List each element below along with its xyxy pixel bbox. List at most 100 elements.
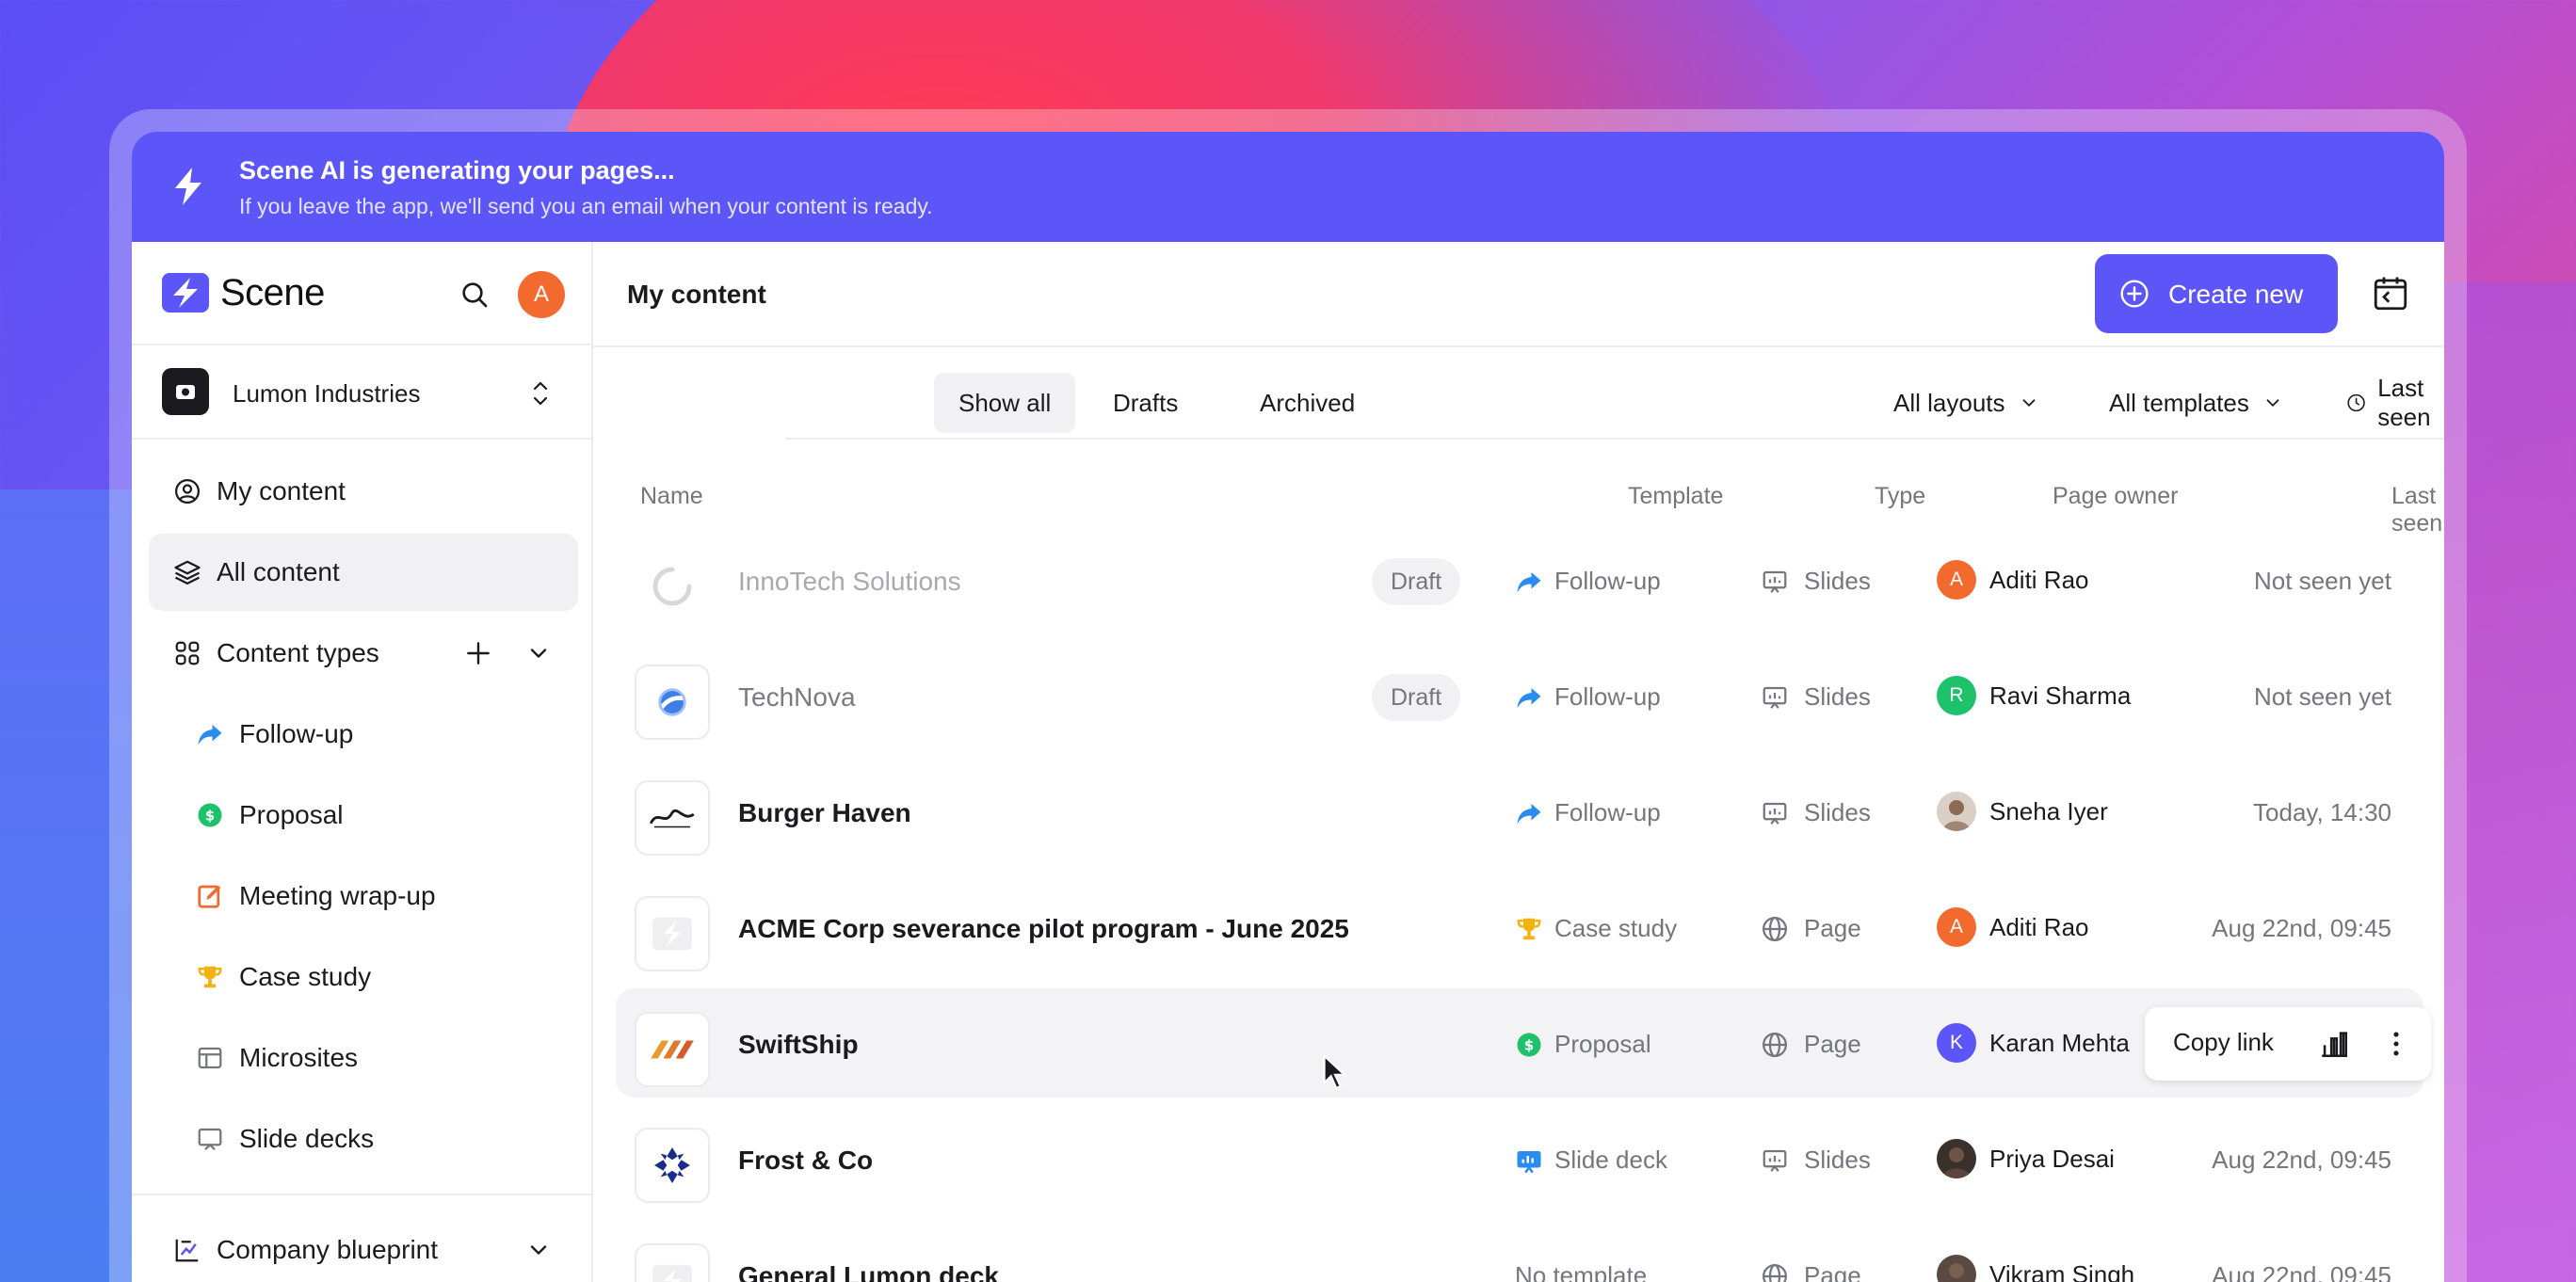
row-template: Case study (1515, 914, 1677, 943)
row-type-label: Slides (1804, 682, 1871, 711)
owner-photo-avatar (1937, 792, 1976, 831)
slide-deck-chart-icon (1517, 1150, 1541, 1173)
swiftship-logo-icon (635, 1012, 710, 1087)
column-template[interactable]: Template (1628, 483, 1723, 510)
tab-show-all[interactable]: Show all (934, 373, 1076, 433)
sidebar-item-slide-decks[interactable]: Slide decks (149, 1100, 578, 1178)
sidebar-item-label: Proposal (239, 800, 344, 829)
row-owner: Vikram Singh (1937, 1255, 2134, 1282)
table-row[interactable]: Frost & Co Slide deck Slides Priya Desai… (616, 1104, 2423, 1213)
tab-drafts[interactable]: Drafts (1088, 373, 1202, 433)
column-owner[interactable]: Page owner (2053, 483, 2178, 510)
placeholder-logo-icon (635, 1243, 710, 1282)
dollar-coin-icon: $ (198, 803, 222, 827)
sidebar-item-case-study[interactable]: Case study (149, 938, 578, 1016)
create-new-label: Create new (2168, 280, 2304, 309)
filter-bar: Show all Drafts Archived All layouts All… (593, 347, 2444, 440)
layers-icon (174, 560, 201, 585)
row-template-label: No template (1515, 1261, 1648, 1282)
table-row[interactable]: TechNova Draft Follow-up Slides R Ravi Sh… (616, 641, 2423, 750)
workspace-switcher[interactable]: Lumon Industries (132, 344, 591, 440)
row-type: Slides (1761, 682, 1871, 712)
row-template: No template (1515, 1261, 1647, 1282)
chevron-down-icon[interactable] (525, 1237, 552, 1263)
app-window: Scene AI is generating your pages... If … (132, 132, 2444, 1282)
copy-link-button[interactable]: Copy link (2173, 1028, 2274, 1057)
owner-name: Ravi Sharma (1989, 681, 2132, 710)
workspace-name: Lumon Industries (233, 379, 421, 408)
sidebar-item-proposal[interactable]: $ Proposal (149, 777, 578, 854)
dropdown-label: Last seen (2377, 374, 2431, 431)
trophy-icon (198, 966, 222, 988)
plus-icon[interactable] (463, 638, 493, 668)
chevron-up-down-icon (533, 381, 548, 406)
row-template-label: Follow-up (1554, 798, 1661, 826)
panel-toggle-icon[interactable] (2371, 274, 2410, 313)
globe-icon (1763, 916, 1787, 941)
sidebar-item-label: Follow-up (239, 719, 354, 748)
placeholder-logo-icon (635, 896, 710, 971)
sort-dropdown[interactable]: Last seen (2346, 373, 2444, 433)
sidebar-item-meeting-wrap-up[interactable]: Meeting wrap-up (149, 857, 578, 935)
templates-dropdown[interactable]: All templates (2109, 373, 2283, 433)
table-row[interactable]: Burger Haven Follow-up Slides Sneha Iyer… (616, 757, 2423, 866)
row-template: Follow-up (1515, 798, 1661, 827)
owner-name: Karan Mehta (1989, 1028, 2130, 1057)
sidebar-item-microsites[interactable]: Microsites (149, 1019, 578, 1097)
layouts-dropdown[interactable]: All layouts (1893, 373, 2039, 433)
row-name[interactable]: TechNova (738, 682, 856, 713)
row-type-label: Page (1804, 1261, 1861, 1282)
owner-avatar: A (1937, 907, 1976, 947)
row-name[interactable]: General Lumon deck (738, 1261, 999, 1282)
tab-archived[interactable]: Archived (1235, 373, 1379, 433)
table-row[interactable]: InnoTech Solutions Draft Follow-up Slide… (616, 525, 2423, 634)
row-name[interactable]: SwiftShip (738, 1030, 859, 1060)
row-name[interactable]: Burger Haven (738, 798, 911, 828)
burger-haven-logo-icon (635, 780, 710, 856)
svg-text:$: $ (205, 808, 215, 825)
row-owner: R Ravi Sharma (1937, 676, 2131, 715)
nav-content-types[interactable]: Content types (149, 615, 578, 692)
create-new-button[interactable]: Create new (2095, 254, 2338, 333)
nav-company-blueprint[interactable]: Company blueprint (149, 1211, 578, 1282)
blueprint-icon (175, 1239, 199, 1262)
row-name[interactable]: ACME Corp severance pilot program - June… (738, 914, 1349, 944)
workspace-icon (162, 368, 209, 415)
nav-all-content[interactable]: All content (149, 534, 578, 611)
brand-name: Scene (220, 271, 325, 313)
presentation-chart-icon (1763, 686, 1787, 709)
column-type[interactable]: Type (1875, 483, 1925, 510)
row-last-seen: Aug 22nd, 09:45 (2212, 1146, 2391, 1174)
trophy-icon (1517, 918, 1541, 939)
sidebar-item-follow-up[interactable]: Follow-up (149, 696, 578, 773)
table-row[interactable]: General Lumon deck No template Page Vikr… (616, 1220, 2423, 1282)
table-row[interactable]: ACME Corp severance pilot program - June… (616, 873, 2423, 982)
row-name[interactable]: Frost & Co (738, 1146, 873, 1176)
main-content: My content Create new Show all Drafts Ar… (593, 242, 2444, 1282)
row-name[interactable]: InnoTech Solutions (738, 567, 961, 597)
row-template: Follow-up (1515, 682, 1661, 712)
table-row[interactable]: SwiftShip $ Proposal Page K Karan Mehta Co… (616, 988, 2431, 1098)
row-type: Slides (1761, 798, 1871, 827)
dropdown-label: All templates (2109, 388, 2249, 417)
follow-up-arrow-icon (1517, 571, 1541, 592)
layout-icon (198, 1047, 222, 1069)
analytics-bar-icon[interactable] (2318, 1028, 2350, 1060)
nav-label: Company blueprint (217, 1235, 439, 1264)
nav-my-content[interactable]: My content (149, 453, 578, 530)
brand[interactable]: Scene (162, 270, 325, 315)
more-vertical-icon[interactable] (2380, 1028, 2412, 1060)
user-circle-icon (175, 479, 200, 504)
dropdown-label: All layouts (1893, 388, 2005, 417)
row-type-label: Page (1804, 914, 1861, 942)
row-last-seen: Not seen yet (2254, 682, 2391, 711)
banner-title: Scene AI is generating your pages... (239, 156, 675, 184)
chevron-down-icon[interactable] (525, 640, 552, 666)
user-avatar[interactable]: A (518, 271, 565, 318)
column-name[interactable]: Name (640, 483, 703, 510)
search-icon[interactable] (459, 280, 490, 310)
owner-avatar: K (1937, 1023, 1976, 1063)
row-template: Slide deck (1515, 1146, 1667, 1175)
frost-co-logo-icon (635, 1128, 710, 1203)
row-type-label: Slides (1804, 567, 1871, 595)
